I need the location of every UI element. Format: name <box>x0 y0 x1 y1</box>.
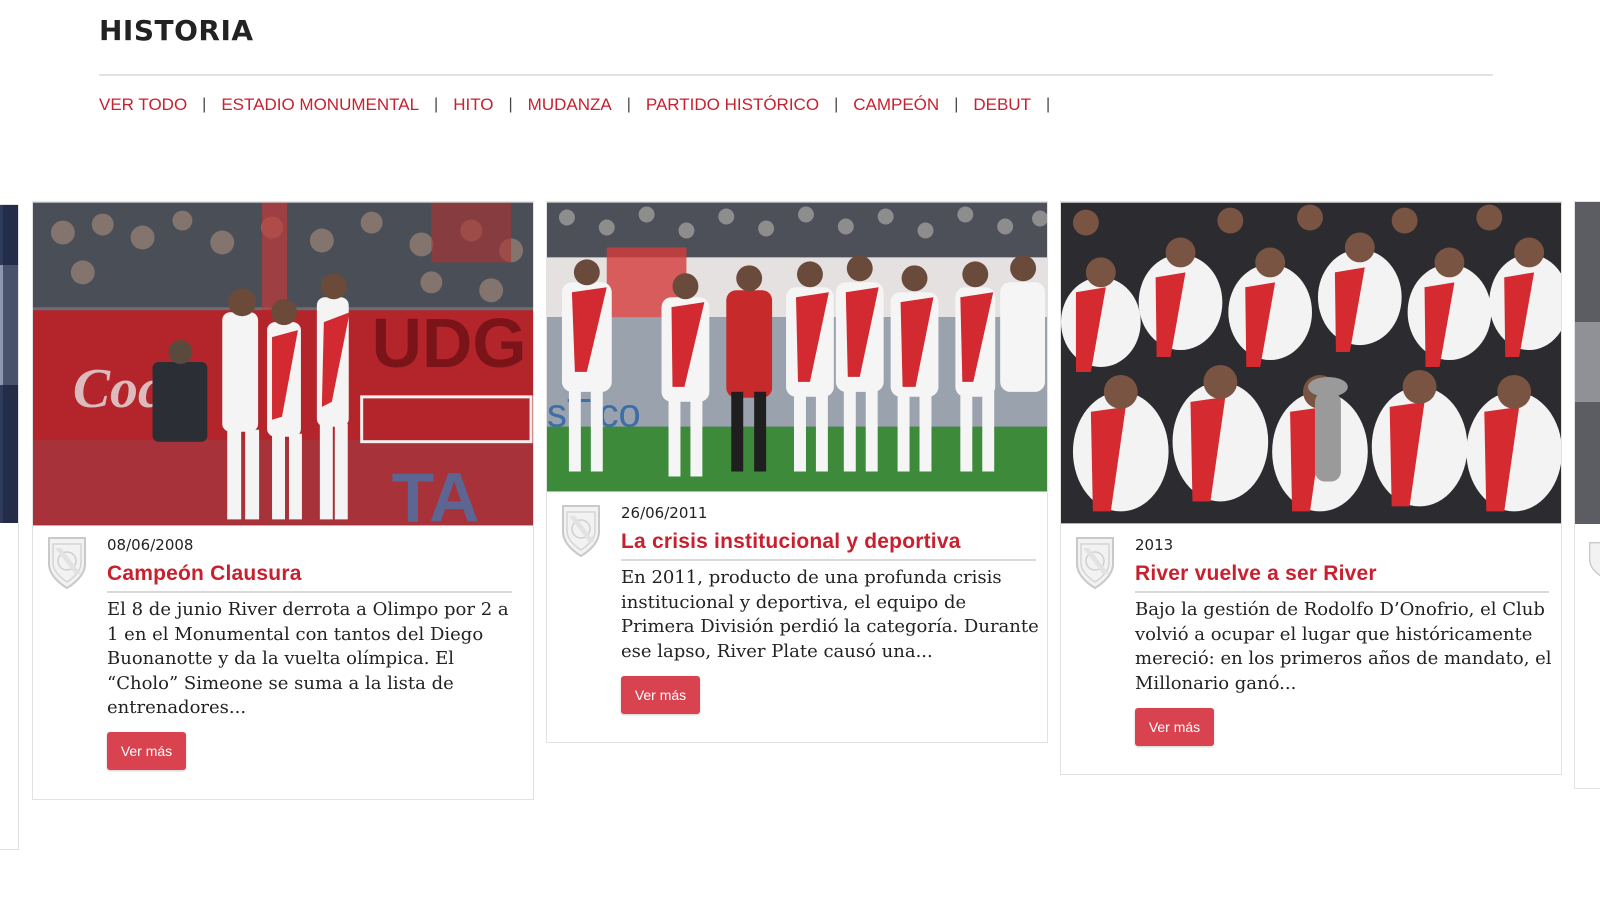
card-date: 2013 <box>1135 536 1174 554</box>
filter-separator: | <box>626 96 631 113</box>
filter-separator: | <box>202 96 207 113</box>
page-title: HISTORIA <box>99 14 254 47</box>
card-photo: sTico <box>547 202 1047 492</box>
filter-ver-todo[interactable]: VER TODO <box>99 95 187 115</box>
filter-estadio-monumental[interactable]: ESTADIO MONUMENTAL <box>221 95 419 115</box>
filter-separator: | <box>434 96 439 113</box>
filter-partido-historico[interactable]: PARTIDO HISTÓRICO <box>646 95 819 115</box>
history-card[interactable]: 2013 River vuelve a ser River Bajo la ge… <box>1060 201 1562 775</box>
filter-separator: | <box>834 96 839 113</box>
ver-mas-button[interactable]: Ver más <box>1135 708 1214 746</box>
card-excerpt: En 2011, producto de una profunda crisis… <box>621 567 1039 662</box>
card-excerpt: El 8 de junio River derrota a Olimpo por… <box>107 599 509 718</box>
filter-hito[interactable]: HITO <box>453 95 493 115</box>
card-partial-left[interactable] <box>0 204 19 850</box>
filter-separator: | <box>1045 96 1051 113</box>
card-photo <box>1575 202 1600 524</box>
card-partial-right[interactable] <box>1574 201 1600 789</box>
river-plate-crest-icon <box>562 505 600 558</box>
river-plate-crest-icon <box>1076 537 1114 590</box>
ver-mas-button[interactable]: Ver más <box>107 732 186 770</box>
history-card[interactable]: UDG Coca TA 08/06/2008 Campeón Clausura … <box>32 201 534 800</box>
card-title-divider <box>621 559 1036 561</box>
history-carousel[interactable]: UDG Coca TA 08/06/2008 Campeón Clausura … <box>0 201 1600 854</box>
filter-campeon[interactable]: CAMPEÓN <box>853 95 939 115</box>
filter-mudanza[interactable]: MUDANZA <box>528 95 612 115</box>
history-card[interactable]: sTico <box>546 201 1048 743</box>
card-excerpt: Bajo la gestión de Rodolfo D’Onofrio, el… <box>1135 599 1552 694</box>
card-title[interactable]: La crisis institucional y deportiva <box>621 530 961 554</box>
filter-separator: | <box>508 96 513 113</box>
card-title-divider <box>1135 591 1549 593</box>
card-title-divider <box>107 591 512 593</box>
card-photo <box>1061 202 1561 524</box>
river-plate-crest-icon <box>48 537 86 590</box>
card-date: 26/06/2011 <box>621 504 708 522</box>
card-title[interactable]: River vuelve a ser River <box>1135 562 1377 586</box>
card-date: 08/06/2008 <box>107 536 194 554</box>
card-photo: UDG Coca TA <box>33 202 533 526</box>
filter-separator: | <box>954 96 959 113</box>
river-plate-crest-icon <box>1589 541 1600 577</box>
filter-debut[interactable]: DEBUT <box>973 95 1031 115</box>
ver-mas-button[interactable]: Ver más <box>621 676 700 714</box>
svg-text:UDG: UDG <box>372 304 527 382</box>
category-filter-nav: VER TODO | ESTADIO MONUMENTAL | HITO | M… <box>99 95 1065 115</box>
card-photo <box>0 205 18 523</box>
svg-text:TA: TA <box>392 458 480 526</box>
card-title[interactable]: Campeón Clausura <box>107 562 302 586</box>
title-divider <box>99 74 1493 76</box>
